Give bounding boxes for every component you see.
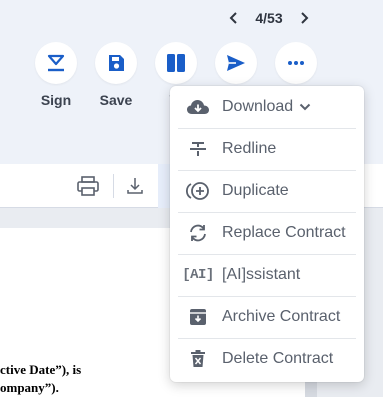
trash-icon <box>178 350 218 368</box>
menu-item-label: Delete Contract <box>222 350 334 367</box>
view-columns-icon <box>155 42 197 84</box>
archive-icon <box>178 308 218 326</box>
menu-item-download[interactable]: Download <box>178 86 356 128</box>
menu-item-label: Archive Contract <box>222 308 341 325</box>
replace-icon <box>178 223 218 243</box>
more-icon <box>275 42 317 84</box>
sign-button[interactable]: Sign <box>26 42 86 108</box>
chevron-left-icon[interactable] <box>224 6 244 30</box>
menu-item-label: Replace Contract <box>222 224 346 241</box>
cloud-download-icon <box>178 98 218 116</box>
document-text-line: ctive Date”), is <box>0 362 82 377</box>
download-icon <box>127 178 143 194</box>
menu-item-label: [AI]ssistant <box>222 266 301 283</box>
menu-item-replace-contract[interactable]: Replace Contract <box>178 212 356 254</box>
save-label: Save <box>99 92 133 108</box>
sign-label: Sign <box>40 92 72 108</box>
save-icon <box>95 42 137 84</box>
ai-badge: [AI] <box>182 267 214 283</box>
print-button[interactable] <box>74 172 102 200</box>
print-icon <box>77 176 99 196</box>
send-button[interactable] <box>206 42 266 84</box>
menu-item-duplicate[interactable]: Duplicate <box>178 170 356 212</box>
duplicate-icon <box>178 181 218 201</box>
menu-item-ai-assistant[interactable]: [AI] [AI]ssistant <box>178 254 356 296</box>
chevron-right-icon[interactable] <box>294 6 314 30</box>
chevron-down-icon <box>299 103 311 111</box>
menu-item-redline[interactable]: Redline <box>178 128 356 170</box>
send-icon <box>215 42 257 84</box>
document-text-line: ompany”). <box>0 380 59 395</box>
strikethrough-icon <box>178 140 218 158</box>
menu-item-delete-contract[interactable]: Delete Contract <box>178 338 356 380</box>
menu-item-label: Download <box>222 98 294 115</box>
page-counter: 4/53 <box>255 10 283 26</box>
pager: 4/53 <box>224 6 314 30</box>
more-actions-menu: Download Redline Duplicate Replace Contr… <box>170 86 364 382</box>
menu-item-archive-contract[interactable]: Archive Contract <box>178 296 356 338</box>
more-button[interactable] <box>266 42 326 84</box>
menu-item-label: Duplicate <box>222 182 289 199</box>
sign-icon <box>35 42 77 84</box>
download-toolbar-button[interactable] <box>121 172 149 200</box>
save-button[interactable]: Save <box>86 42 146 108</box>
ai-icon: [AI] <box>178 267 218 283</box>
menu-item-label: Redline <box>222 140 277 157</box>
toolbar-divider <box>113 174 114 198</box>
